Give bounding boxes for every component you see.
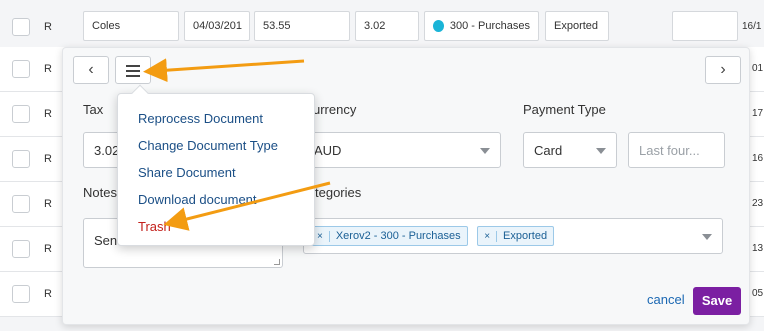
- save-button[interactable]: Save: [693, 287, 741, 315]
- chevron-right-icon: ›: [720, 61, 726, 78]
- hamburger-icon: [126, 65, 140, 77]
- row-date-fragment: 16/1: [742, 21, 762, 32]
- category-chip-label: Exported: [503, 230, 548, 242]
- category-chip[interactable]: × Xerov2 - 300 - Purchases: [310, 226, 468, 246]
- notes-label: Notes: [83, 185, 117, 200]
- payment-type-select[interactable]: Card: [523, 132, 617, 168]
- row-type-letter: R: [44, 21, 52, 33]
- row-date-fragment: 13: [752, 243, 764, 254]
- row-checkbox[interactable]: [12, 195, 30, 213]
- xero-icon: [433, 20, 444, 32]
- resize-handle-icon[interactable]: [274, 259, 280, 265]
- row-checkbox[interactable]: [12, 18, 30, 36]
- category-chip-label: Xerov2 - 300 - Purchases: [335, 230, 461, 242]
- row-type-letter: R: [44, 243, 52, 255]
- tax-cell[interactable]: 3.02: [355, 11, 419, 41]
- extra-cell[interactable]: [672, 11, 738, 41]
- table-row[interactable]: R Coles 04/03/201 53.55 3.02 300 - Purch…: [0, 5, 764, 47]
- row-checkbox[interactable]: [12, 150, 30, 168]
- category-chip[interactable]: × Exported: [477, 226, 555, 246]
- document-menu-button[interactable]: [115, 56, 151, 84]
- chevron-down-icon: [596, 148, 606, 154]
- row-type-letter: R: [44, 153, 52, 165]
- prev-document-button[interactable]: ‹: [73, 56, 109, 84]
- menu-item-download[interactable]: Download document: [138, 192, 257, 207]
- row-date-fragment: 16: [752, 153, 764, 164]
- row-date-fragment: 23: [752, 198, 764, 209]
- remove-chip-icon[interactable]: ×: [478, 230, 498, 242]
- payment-type-label: Payment Type: [523, 102, 606, 117]
- currency-label: urrency: [313, 102, 357, 117]
- chevron-down-icon: [702, 234, 712, 240]
- cancel-link[interactable]: cancel: [647, 292, 685, 307]
- row-type-letter: R: [44, 63, 52, 75]
- menu-item-reprocess[interactable]: Reprocess Document: [138, 111, 263, 126]
- menu-item-trash[interactable]: Trash: [138, 219, 171, 234]
- account-label: 300 - Purchases: [449, 20, 530, 32]
- next-document-button[interactable]: ›: [705, 56, 741, 84]
- status-badge: Exported: [545, 11, 609, 41]
- row-type-letter: R: [44, 198, 52, 210]
- account-tag[interactable]: 300 - Purchases: [424, 11, 539, 41]
- currency-value: AUD: [314, 143, 342, 158]
- row-checkbox[interactable]: [12, 60, 30, 78]
- categories-select[interactable]: × Xerov2 - 300 - Purchases × Exported: [303, 218, 723, 254]
- row-type-letter: R: [44, 288, 52, 300]
- row-date-fragment: 01: [752, 63, 764, 74]
- row-checkbox[interactable]: [12, 105, 30, 123]
- total-cell[interactable]: 53.55: [254, 11, 350, 41]
- row-checkbox[interactable]: [12, 240, 30, 258]
- tax-label: Tax: [83, 102, 104, 117]
- supplier-cell[interactable]: Coles: [83, 11, 179, 41]
- last-four-input[interactable]: Last four...: [628, 132, 725, 168]
- chevron-down-icon: [480, 148, 490, 154]
- document-actions-menu: Reprocess Document Change Document Type …: [117, 84, 315, 246]
- date-cell[interactable]: 04/03/201: [184, 11, 250, 41]
- chevron-left-icon: ‹: [88, 61, 94, 78]
- row-date-fragment: 17: [752, 108, 764, 119]
- currency-select[interactable]: AUD: [303, 132, 501, 168]
- row-date-fragment: 05: [752, 288, 764, 299]
- row-checkbox[interactable]: [12, 285, 30, 303]
- menu-item-share[interactable]: Share Document: [138, 165, 236, 180]
- payment-type-value: Card: [534, 143, 563, 158]
- row-type-letter: R: [44, 108, 52, 120]
- menu-item-change-type[interactable]: Change Document Type: [138, 138, 278, 153]
- categories-label: tegories: [315, 185, 362, 200]
